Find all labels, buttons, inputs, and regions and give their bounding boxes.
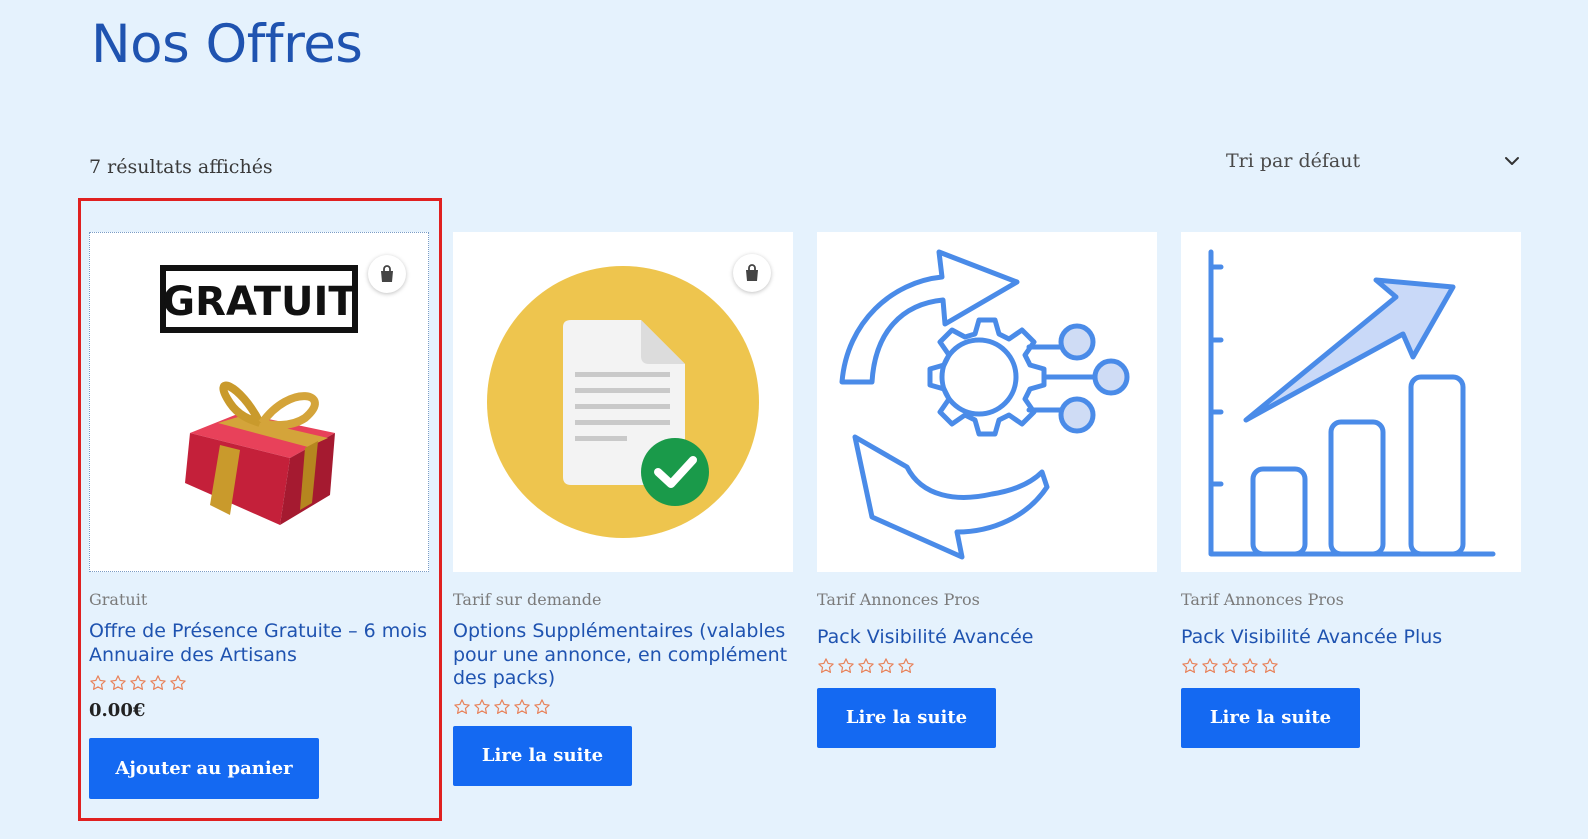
star-icon (534, 698, 550, 714)
product-card-pack-avancee-plus: Tarif Annonces Pros Pack Visibilité Avan… (1181, 232, 1521, 748)
star-rating (453, 698, 793, 720)
sort-select-label: Tri par défaut (1226, 150, 1361, 172)
star-icon (858, 657, 874, 673)
product-image-pack-avancee-plus[interactable] (1181, 232, 1521, 572)
add-to-cart-bag-icon[interactable] (733, 254, 771, 292)
star-rating (817, 657, 1157, 679)
star-icon (474, 698, 490, 714)
star-icon (514, 698, 530, 714)
product-category: Gratuit (89, 590, 148, 609)
product-category: Tarif Annonces Pros (817, 590, 980, 609)
star-rating (1181, 657, 1521, 679)
chevron-down-icon (1505, 157, 1519, 165)
star-icon (1202, 657, 1218, 673)
product-category: Tarif Annonces Pros (1181, 590, 1344, 609)
star-icon (494, 698, 510, 714)
star-icon (1222, 657, 1238, 673)
gratuit-badge-text: GRATUIT (162, 279, 356, 325)
star-icon (110, 675, 126, 690)
page-title: Nos Offres (91, 14, 363, 75)
product-title-link[interactable]: Offre de Présence Gratuite – 6 mois Annu… (89, 620, 429, 667)
gear-cycle-image (839, 249, 1130, 560)
star-rating (89, 674, 429, 696)
star-icon (170, 675, 186, 690)
product-image-options[interactable] (453, 232, 793, 572)
star-icon (838, 657, 854, 673)
star-icon (818, 657, 834, 673)
star-icon (150, 675, 166, 690)
results-count: 7 résultats affichés (89, 156, 273, 178)
product-price: 0.00€ (89, 700, 146, 721)
star-icon (130, 675, 146, 690)
product-card-options: Tarif sur demande Options Supplémentaire… (453, 232, 793, 786)
product-title-link[interactable]: Options Supplémentaires (valables pour u… (453, 620, 793, 691)
add-to-cart-bag-icon[interactable] (368, 255, 406, 293)
product-category: Tarif sur demande (453, 590, 602, 609)
read-more-button[interactable]: Lire la suite (1181, 687, 1360, 748)
product-title-link[interactable]: Pack Visibilité Avancée Plus (1181, 626, 1521, 650)
growth-chart-image (1208, 249, 1496, 557)
star-icon (898, 657, 914, 673)
read-more-button[interactable]: Lire la suite (817, 687, 996, 748)
star-icon (878, 657, 894, 673)
read-more-button[interactable]: Lire la suite (453, 725, 632, 786)
product-card-pack-avancee: Tarif Annonces Pros Pack Visibilité Avan… (817, 232, 1157, 748)
sort-select[interactable]: Tri par défaut (1226, 146, 1520, 176)
product-image-pack-avancee[interactable] (817, 232, 1157, 572)
star-icon (1182, 657, 1198, 673)
star-icon (1262, 657, 1278, 673)
product-title-link[interactable]: Pack Visibilité Avancée (817, 626, 1157, 650)
star-icon (1242, 657, 1258, 673)
product-image-free-offer[interactable]: GRATUIT (89, 232, 429, 572)
product-card-free-offer: GRATUIT Gratuit Offre de Présence Gratui… (89, 232, 429, 799)
star-icon (454, 698, 470, 714)
star-icon (90, 675, 106, 690)
add-to-cart-button[interactable]: Ajouter au panier (89, 738, 319, 799)
